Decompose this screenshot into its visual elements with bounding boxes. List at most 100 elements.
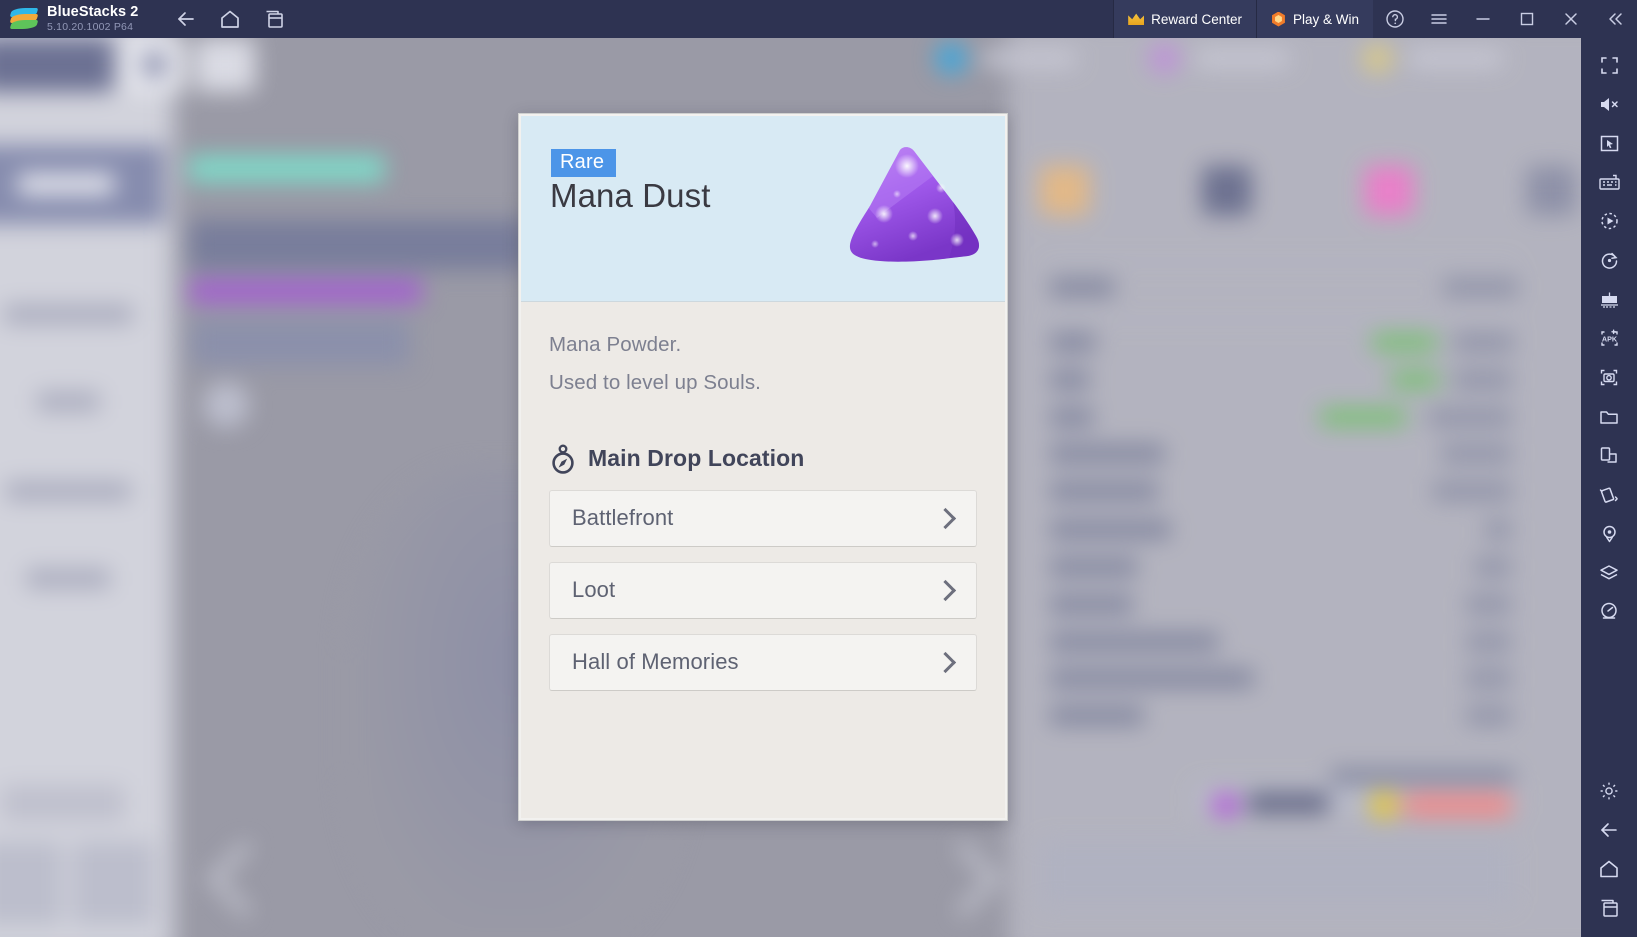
android-home-icon[interactable]: [1581, 849, 1637, 888]
apk-install-icon[interactable]: APK: [1581, 319, 1637, 358]
game-stat-value-4: [1441, 444, 1512, 464]
game-stats-tabs: [1039, 165, 1577, 216]
game-stat-value-0: [1443, 277, 1518, 297]
bluestacks-sidebar: APK: [1581, 38, 1637, 937]
game-stat-value-8: [1465, 595, 1512, 614]
play-and-win-label: Play & Win: [1292, 11, 1359, 27]
game-nav-card-1: [0, 841, 62, 925]
game-stat-delta-1: [1372, 334, 1437, 351]
game-stat-value-10: [1465, 668, 1512, 688]
game-subtitle-chip: [188, 155, 385, 183]
compass-icon: [552, 444, 574, 474]
game-stat-label-11: [1049, 706, 1144, 726]
help-button[interactable]: [1373, 0, 1417, 38]
game-nav-item-2: [37, 392, 100, 412]
game-stat-value-11: [1465, 706, 1512, 726]
game-stat-label-4: [1049, 444, 1165, 464]
game-stat-value-9: [1465, 632, 1512, 652]
multi-instance-button[interactable]: [252, 0, 296, 38]
game-nav-selected-item: [0, 144, 164, 224]
chevron-right-icon: [934, 651, 957, 673]
close-button[interactable]: [1549, 0, 1593, 38]
rotate-icon[interactable]: [1581, 241, 1637, 280]
phone-copy-icon[interactable]: [1581, 436, 1637, 475]
app-name: BlueStacks 2: [47, 3, 139, 20]
game-nav-item-5: [1, 785, 125, 821]
game-stat-delta-2: [1391, 371, 1439, 389]
camera-icon[interactable]: [1581, 358, 1637, 397]
bluestacks-logo-icon: [9, 6, 39, 32]
game-stat-label-7: [1049, 557, 1138, 577]
game-stat-label-10: [1049, 668, 1254, 688]
game-stat-label-9: [1049, 632, 1219, 652]
eco-mode-icon[interactable]: [1581, 280, 1637, 319]
bluestacks-titlebar: BlueStacks 2 5.10.20.1002 P64 Reward Cen…: [0, 0, 1637, 38]
cursor-in-screen-icon[interactable]: [1581, 124, 1637, 163]
game-stat-label-1: [1049, 333, 1096, 352]
drop-location-title: Main Drop Location: [588, 445, 805, 472]
item-header: Rare Mana Dust: [521, 116, 1005, 302]
shake-device-icon[interactable]: [1581, 475, 1637, 514]
drop-location-label: Loot: [572, 577, 616, 603]
drop-location-loot[interactable]: Loot: [549, 561, 977, 619]
android-recents-icon[interactable]: [1581, 888, 1637, 927]
app-version: 5.10.20.1002 P64: [47, 21, 134, 34]
folder-icon[interactable]: [1581, 397, 1637, 436]
game-stat-label-5: [1049, 481, 1159, 501]
minimize-button[interactable]: [1461, 0, 1505, 38]
game-stats-divider-2: [1039, 319, 1518, 322]
drop-location-battlefront[interactable]: Battlefront: [549, 489, 977, 547]
layers-icon[interactable]: [1581, 553, 1637, 592]
game-action-button: [1039, 841, 1513, 907]
game-stat-label-0: [1049, 277, 1115, 297]
game-stat-value-3: [1428, 407, 1512, 427]
play-and-win-button[interactable]: Play & Win: [1255, 0, 1373, 38]
reward-center-label: Reward Center: [1151, 11, 1242, 27]
game-stat-label-3: [1049, 407, 1094, 427]
drop-location-hall-of-memories[interactable]: Hall of Memories: [549, 633, 977, 691]
back-button[interactable]: [164, 0, 208, 38]
location-pin-icon[interactable]: [1581, 514, 1637, 553]
reward-center-button[interactable]: Reward Center: [1113, 0, 1256, 38]
game-tab-primary: [0, 38, 114, 92]
nav-button-group: [164, 0, 296, 38]
speaker-mute-icon[interactable]: [1581, 85, 1637, 124]
game-stat-delta-3: [1320, 408, 1406, 426]
game-stat-value-1: [1453, 333, 1514, 352]
keyboard-icon[interactable]: [1581, 163, 1637, 202]
home-button[interactable]: [208, 0, 252, 38]
collapse-sidebar-button[interactable]: [1593, 0, 1637, 38]
game-tab-icon-1: [124, 38, 185, 92]
game-stat-value-5: [1432, 481, 1512, 501]
speedometer-icon[interactable]: [1581, 592, 1637, 631]
game-character-name: [188, 219, 533, 270]
game-tab-icon-2: [195, 38, 256, 92]
drop-location-label: Hall of Memories: [572, 649, 739, 675]
orange-gem-icon: [1272, 11, 1285, 27]
item-name: Mana Dust: [550, 177, 711, 214]
game-prev-arrow: [206, 840, 284, 918]
game-resource-label: [1330, 768, 1514, 786]
game-stat-value-6: [1484, 520, 1512, 539]
game-nav-item-1: [3, 304, 133, 324]
maximize-button[interactable]: [1505, 0, 1549, 38]
item-description-line-2: Used to level up Souls.: [549, 371, 761, 395]
gear-icon[interactable]: [1581, 771, 1637, 810]
fullscreen-icon[interactable]: [1581, 46, 1637, 85]
item-detail-dialog: Rare Mana Dust Mana Powder. Used to leve…: [518, 113, 1008, 821]
game-nav-card-2: [72, 841, 154, 925]
game-stat-label-2: [1049, 370, 1090, 390]
chevron-right-icon: [934, 579, 957, 601]
play-record-icon[interactable]: [1581, 202, 1637, 241]
android-back-icon[interactable]: [1581, 810, 1637, 849]
game-next-arrow: [924, 840, 1001, 918]
drop-location-header: Main Drop Location: [549, 444, 977, 474]
drop-location-label: Battlefront: [572, 505, 674, 531]
game-info-button: [203, 381, 250, 428]
menu-button[interactable]: [1417, 0, 1461, 38]
game-left-nav-divider: [163, 38, 177, 937]
game-nav-item-4: [26, 569, 110, 588]
crown-icon: [1128, 13, 1145, 25]
game-stats-divider-1: [1039, 261, 1518, 264]
game-resource-icon-mana: [1212, 793, 1240, 817]
